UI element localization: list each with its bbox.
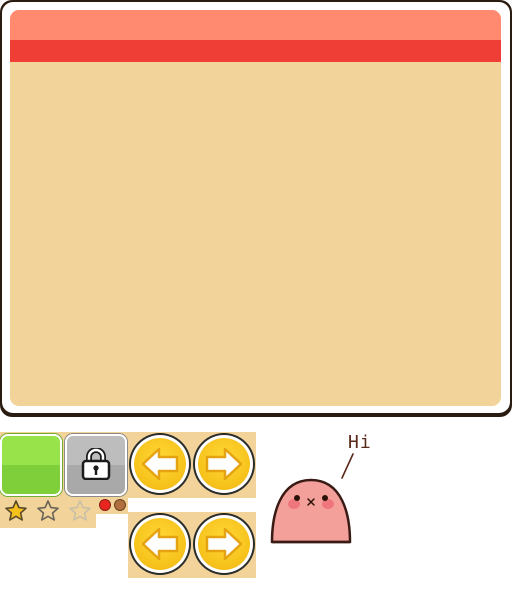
- level-panel-body: [10, 10, 501, 406]
- indicator-dot-active: [99, 499, 111, 511]
- star-empty-faded-icon: [69, 500, 91, 521]
- prev-button-pressed[interactable]: [129, 513, 191, 575]
- arrow-right-icon: [205, 447, 243, 481]
- arrow-left-icon: [141, 447, 179, 481]
- star-empty-icon: [37, 500, 59, 521]
- arrow-left-icon: [141, 527, 179, 561]
- character-speech: Hi: [348, 432, 372, 453]
- panel-header: [10, 40, 501, 62]
- pink-blob-character: [270, 478, 352, 544]
- prev-button[interactable]: [129, 433, 191, 495]
- star-filled-icon: [5, 500, 27, 521]
- level-tile-unlocked[interactable]: [0, 434, 62, 496]
- next-button-pressed[interactable]: [193, 513, 255, 575]
- indicator-dot-inactive: [114, 499, 126, 511]
- arrow-right-icon: [205, 527, 243, 561]
- panel-header-highlight: [10, 10, 501, 40]
- next-button[interactable]: [193, 433, 255, 495]
- level-tile-locked[interactable]: [65, 434, 127, 496]
- lock-icon: [81, 448, 111, 480]
